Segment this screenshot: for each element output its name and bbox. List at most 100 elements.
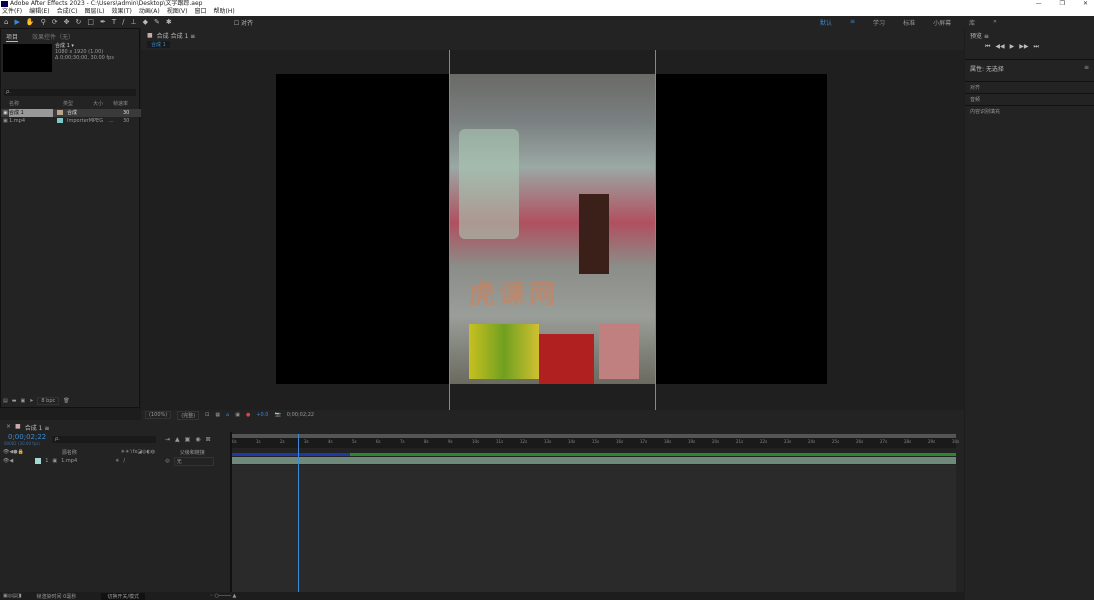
maximize-button[interactable]: ❐	[1060, 0, 1065, 8]
workspace-tab[interactable]: 小屏幕	[933, 18, 951, 27]
menu-item[interactable]: 动画(A)	[139, 8, 160, 16]
close-tab-icon[interactable]: ×	[6, 423, 11, 432]
comp-subtab[interactable]: 合成 1	[147, 41, 170, 48]
delete-icon[interactable]: 🗑	[63, 398, 69, 404]
tab-effect-controls[interactable]: 效果控件（无）	[32, 32, 74, 42]
column-type[interactable]: 类型	[53, 100, 93, 107]
brush-tool-icon[interactable]: /	[122, 18, 124, 26]
rectangle-tool-icon[interactable]: □	[87, 18, 94, 26]
column-fps[interactable]: 帧速率	[113, 100, 128, 107]
new-folder-icon[interactable]: ▬	[12, 398, 17, 404]
workspace-tab[interactable]: ≡	[850, 18, 855, 27]
menu-item[interactable]: 视图(V)	[167, 8, 188, 16]
frame-blending-icon[interactable]: ▣	[185, 436, 191, 443]
properties-section[interactable]: 内容识别填充	[965, 105, 1094, 117]
workspace-tab[interactable]: 库	[969, 18, 975, 27]
comp-mini-flowchart-icon[interactable]: ⇥	[165, 436, 170, 443]
resolution-dropdown[interactable]: (完整)	[177, 410, 200, 420]
next-frame-icon[interactable]: ▶▶	[1019, 43, 1028, 51]
properties-section[interactable]: 音频	[965, 93, 1094, 105]
play-icon[interactable]: ▶	[1010, 43, 1015, 51]
menu-item[interactable]: 窗口	[194, 8, 206, 16]
motion-blur-icon[interactable]: ◉	[195, 436, 200, 443]
magnification-dropdown[interactable]: (100%)	[145, 411, 172, 419]
last-frame-icon[interactable]: ⏭	[1034, 43, 1039, 51]
workspace-tab[interactable]: 默认	[820, 18, 832, 27]
visibility-icon[interactable]: 👁◀	[3, 458, 13, 464]
hand-tool-icon[interactable]: ✋	[26, 18, 35, 26]
menu-item[interactable]: 文件(F)	[2, 8, 22, 16]
pen-tool-icon[interactable]: ✒	[100, 18, 106, 26]
timeline-search-input[interactable]: ρ.	[52, 436, 156, 443]
text-tool-icon[interactable]: T	[112, 18, 116, 26]
layer-row[interactable]: 👁◀ 1 ▣ 1.mp4 ✳ / ◎ 无	[0, 456, 230, 466]
workspace-tab[interactable]: 标准	[903, 18, 915, 27]
toggle-switches-icon[interactable]: ▣◎▤◨	[3, 593, 22, 599]
guides-icon[interactable]: ▣	[235, 412, 240, 418]
av-switches-icon: 👁◀●🔒	[3, 449, 24, 455]
roto-tool-icon[interactable]: ✎	[154, 18, 160, 26]
column-parent[interactable]: 父级和链接	[180, 449, 205, 456]
first-frame-icon[interactable]: ⏮	[985, 43, 990, 51]
tab-timeline-comp[interactable]: 合成 1 ≡	[25, 423, 50, 432]
label-color[interactable]	[35, 458, 42, 464]
exposure-value[interactable]: +0.0	[256, 412, 268, 418]
graph-editor-icon[interactable]: ⊠	[206, 436, 211, 443]
panel-menu-icon[interactable]: ≡	[1084, 64, 1089, 77]
parent-dropdown[interactable]: 无	[173, 456, 214, 466]
channel-icon[interactable]: ●	[246, 412, 250, 418]
quality-switch[interactable]: /	[123, 458, 161, 464]
tab-composition[interactable]: 合成 合成 1 ≡	[157, 31, 196, 40]
pickwhip-icon[interactable]: ◎	[165, 458, 169, 464]
shy-switch[interactable]: ✳	[115, 458, 119, 464]
close-button[interactable]: ✕	[1083, 0, 1088, 8]
region-of-interest-icon[interactable]: ⊡	[205, 412, 209, 418]
snap-checkbox[interactable]: ☐ 对齐	[234, 18, 253, 27]
project-item[interactable]: ▣ 合成 1 合成 30	[1, 109, 141, 117]
zoom-slider[interactable]: ◦ ○──── ▲	[210, 593, 236, 599]
lock-icon[interactable]: ■	[147, 32, 153, 39]
menu-item[interactable]: 合成(C)	[57, 8, 78, 16]
snapshot-icon[interactable]: 📷	[275, 412, 281, 418]
bpc-button[interactable]: 8 bpc	[37, 397, 60, 405]
minimize-button[interactable]: —	[1036, 0, 1042, 8]
zoom-tool-icon[interactable]: ⚲	[41, 18, 46, 26]
eraser-tool-icon[interactable]: ◆	[143, 18, 148, 26]
render-icon[interactable]: ➤	[29, 398, 33, 404]
column-name[interactable]: 名称	[1, 100, 53, 107]
menu-item[interactable]: 帮助(H)	[214, 8, 235, 16]
workspace-tab[interactable]: »	[993, 18, 997, 27]
layer-duration-bar[interactable]	[232, 457, 956, 464]
project-search-input[interactable]: ρ.	[4, 89, 136, 96]
mask-visibility-icon[interactable]: ⌂	[226, 412, 229, 418]
rotate-tool-icon[interactable]: ↻	[75, 18, 81, 26]
stamp-tool-icon[interactable]: ⊥	[130, 18, 136, 26]
new-comp-icon[interactable]: ▣	[20, 398, 25, 404]
menu-item[interactable]: 图层(L)	[85, 8, 105, 16]
timeline-timecode[interactable]: 0;00;02;22	[8, 433, 46, 441]
selection-tool-icon[interactable]: ▶	[14, 18, 19, 26]
time-ruler[interactable]: 0s 1s 2s 3s 4s 5s 6s 7s 8s 9s 10s 11s 12s 13s 14s 15s 16…	[232, 434, 959, 448]
column-size[interactable]: 大小	[93, 100, 113, 107]
draft-3d-icon[interactable]: ▲	[175, 436, 180, 443]
workspace-tab[interactable]: 学习	[873, 18, 885, 27]
layer-name[interactable]: 1.mp4	[61, 458, 111, 464]
column-source-name[interactable]: 源名称	[62, 449, 117, 456]
current-time[interactable]: 0;00;02;22	[287, 412, 314, 418]
transparency-grid-icon[interactable]: ▦	[215, 412, 220, 418]
properties-section[interactable]: 对齐	[965, 81, 1094, 93]
toggle-switches-modes-button[interactable]: 切换开关/模式	[101, 592, 146, 600]
puppet-tool-icon[interactable]: ✱	[166, 18, 172, 26]
interpret-footage-icon[interactable]: ▤	[3, 398, 8, 404]
menu-item[interactable]: 编辑(E)	[29, 8, 49, 16]
playhead[interactable]	[297, 434, 299, 598]
menu-item[interactable]: 效果(T)	[112, 8, 132, 16]
orbit-tool-icon[interactable]: ⟳	[52, 18, 58, 26]
work-area-bar[interactable]	[232, 434, 956, 438]
home-icon[interactable]: ⌂	[4, 18, 8, 26]
tab-project[interactable]: 项目	[6, 32, 19, 42]
project-item[interactable]: ▣ 1.mp4 ImporterMPEG... 30	[1, 117, 141, 125]
prev-frame-icon[interactable]: ◀◀	[995, 43, 1004, 51]
move-tool-icon[interactable]: ✥	[64, 18, 70, 26]
ruler-tick-label: 6s	[376, 439, 381, 444]
